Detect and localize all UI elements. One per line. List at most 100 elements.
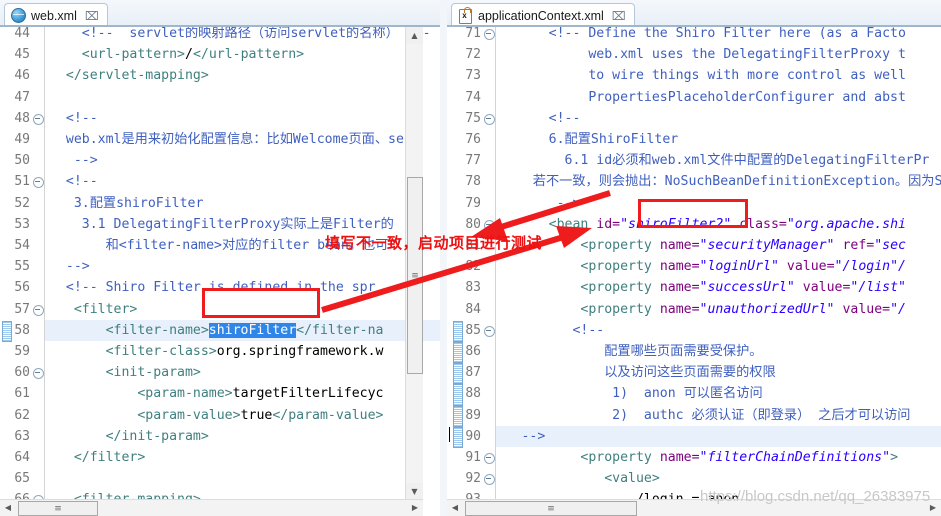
right-hscroll-thumb[interactable]: ≡ [465, 501, 637, 516]
line-number: 74 [465, 89, 481, 105]
left-code-area[interactable]: 44 <!-- servlet的映射路径（访问servlet的名称） -- 45 … [0, 27, 440, 516]
scroll-down-icon[interactable]: ▼ [406, 483, 423, 500]
close-icon[interactable]: ⌧ [612, 9, 626, 23]
code-line[interactable]: 89 2) authc 必须认证（即登录） 之后才可以访问 [447, 405, 941, 426]
line-number: 75 [465, 110, 481, 126]
left-vscroll-thumb[interactable]: ≡ [407, 177, 423, 374]
code-text: <!-- [572, 322, 605, 338]
right-code-lines[interactable]: 71 <!-- Define the Shiro Filter here (as… [447, 27, 941, 516]
code-line[interactable]: 77 6.1 id必须和web.xml文件中配置的DelegatingFilte… [447, 150, 941, 171]
code-text: <!-- Shiro Filter is defined in the spr [65, 280, 376, 296]
scroll-right-icon[interactable]: ▶ [407, 500, 423, 515]
fold-toggle-icon[interactable] [33, 177, 44, 189]
code-line[interactable]: 50 --> [0, 150, 440, 171]
code-line[interactable]: 87 以及访问这些页面需要的权限 [447, 362, 941, 383]
code-line[interactable]: 63 </init-param> [0, 426, 440, 447]
code-line[interactable]: 76 6.配置ShiroFilter [447, 129, 941, 150]
line-number: 54 [14, 238, 30, 253]
code-text: <filter-name>shiroFilter</filter-na [105, 322, 384, 338]
left-hscroll-thumb[interactable]: ≡ [18, 501, 98, 516]
code-line[interactable]: 44 <!-- servlet的映射路径（访问servlet的名称） -- [0, 27, 440, 44]
code-line[interactable]: 64 </filter> [0, 447, 440, 468]
code-line[interactable]: 47 [0, 87, 440, 108]
code-line[interactable]: 46 </servlet-mapping> [0, 65, 440, 86]
fold-toggle-icon[interactable] [484, 474, 495, 486]
line-number: 78 [465, 174, 481, 190]
fold-toggle-icon[interactable] [484, 29, 495, 40]
code-text: <!-- [65, 174, 98, 190]
code-line[interactable]: 84 <property name="unauthorizedUrl" valu… [447, 299, 941, 320]
line-number: 51 [14, 174, 30, 190]
close-icon[interactable]: ⌧ [85, 9, 99, 23]
code-line[interactable]: 58 <filter-name>shiroFilter</filter-na [0, 320, 440, 341]
code-line[interactable]: 79 --> [447, 193, 941, 214]
code-line[interactable]: 45 <url-pattern>/</url-pattern> [0, 44, 440, 65]
code-line[interactable]: 65 [0, 468, 440, 489]
scroll-left-icon[interactable]: ◀ [0, 500, 16, 515]
code-line[interactable]: 59 <filter-class>org.springframework.w [0, 341, 440, 362]
line-number: 60 [14, 365, 30, 381]
code-text: <!-- Define the Shiro Filter here (as a … [548, 27, 906, 41]
left-horizontal-scrollbar[interactable]: ◀ ≡ ▶ [0, 499, 423, 516]
code-line[interactable]: 52 3.配置shiroFilter [0, 193, 440, 214]
code-line[interactable]: 61 <param-name>targetFilterLifecyc [0, 383, 440, 404]
fold-toggle-icon[interactable] [484, 219, 495, 231]
code-text: <bean id="shiroFilter2" class="org.apach… [548, 216, 906, 232]
code-text: </filter> [73, 450, 146, 465]
watermark-text: https://blog.csdn.net/qq_26383975 [700, 488, 931, 505]
fold-toggle-icon[interactable] [484, 453, 495, 464]
code-line[interactable]: 90 --> [447, 426, 941, 447]
line-number: 73 [465, 68, 481, 84]
code-line[interactable]: 60 <init-param> [0, 362, 440, 383]
line-number: 77 [465, 153, 481, 169]
code-text: <url-pattern>/</url-pattern> [81, 47, 305, 63]
fold-toggle-icon[interactable] [484, 325, 495, 337]
code-line[interactable]: 74 PropertiesPlaceholderConfigurer and a… [447, 87, 941, 108]
line-number: 49 [14, 132, 30, 147]
code-text: <property name="filterChainDefinitions"> [580, 450, 899, 465]
code-line[interactable]: 48 <!-- [0, 108, 440, 129]
code-line[interactable]: 82 <property name="loginUrl" value="/log… [447, 256, 941, 277]
xml-file-icon: x [458, 7, 473, 24]
annotation-note-text: 填写不一致，启动项目进行测试 [325, 235, 543, 252]
left-tabbar: web.xml ⌧ [0, 0, 440, 27]
code-line[interactable]: 83 <property name="successUrl" value="/l… [447, 277, 941, 298]
fold-toggle-icon[interactable] [33, 368, 44, 380]
fold-toggle-icon[interactable] [33, 113, 44, 125]
code-text: <init-param> [105, 365, 201, 381]
code-line[interactable]: 62 <param-value>true</param-value> [0, 405, 440, 426]
code-line[interactable]: 73 to wire things with more control as w… [447, 65, 941, 86]
line-number: 92 [465, 471, 481, 487]
fold-toggle-icon[interactable] [484, 113, 495, 125]
left-code-lines[interactable]: 44 <!-- servlet的映射路径（访问servlet的名称） -- 45 … [0, 27, 440, 516]
right-code-area[interactable]: 71 <!-- Define the Shiro Filter here (as… [447, 27, 941, 516]
code-text: </init-param> [105, 428, 209, 444]
code-line[interactable]: 91 <property name="filterChainDefinition… [447, 447, 941, 468]
line-number: 86 [465, 344, 481, 359]
fold-toggle-icon[interactable] [33, 304, 44, 316]
code-line[interactable]: 56 <!-- Shiro Filter is defined in the s… [0, 277, 440, 298]
code-text: 6.1 id必须和web.xml文件中配置的DelegatingFilterPr [564, 153, 930, 169]
tab-application-context-xml[interactable]: x applicationContext.xml ⌧ [451, 3, 635, 27]
scroll-up-icon[interactable]: ▲ [406, 27, 423, 44]
code-line[interactable]: 92 <value> [447, 468, 941, 489]
code-line[interactable]: 78 若不一致，则会抛出：NoSuchBeanDefinitionExcepti… [447, 171, 941, 192]
code-line[interactable]: 88 1) anon 可以匿名访问 [447, 383, 941, 404]
code-text: 6.配置ShiroFilter [548, 132, 679, 147]
code-line[interactable]: 49 web.xml是用来初始化配置信息：比如Welcome页面、serv [0, 129, 440, 150]
code-line[interactable]: 72 web.xml uses the DelegatingFilterProx… [447, 44, 941, 65]
scroll-left-icon[interactable]: ◀ [447, 500, 463, 515]
left-vertical-scrollbar[interactable]: ▲ ≡ ▼ [405, 27, 423, 500]
code-line[interactable]: 71 <!-- Define the Shiro Filter here (as… [447, 27, 941, 44]
code-line[interactable]: 85 <!-- [447, 320, 941, 341]
code-line[interactable]: 51 <!-- [0, 171, 440, 192]
line-number: 87 [465, 365, 481, 381]
code-line[interactable]: 57 <filter> [0, 299, 440, 320]
code-line[interactable]: 55 --> [0, 256, 440, 277]
line-number: 47 [14, 89, 30, 105]
code-line[interactable]: 75 <!-- [447, 108, 941, 129]
code-line[interactable]: 86 配置哪些页面需要受保护。 [447, 341, 941, 362]
tab-web-xml[interactable]: web.xml ⌧ [4, 3, 108, 27]
line-number: 64 [14, 450, 30, 465]
code-text: 若不一致，则会抛出：NoSuchBeanDefinitionException。… [532, 174, 941, 190]
